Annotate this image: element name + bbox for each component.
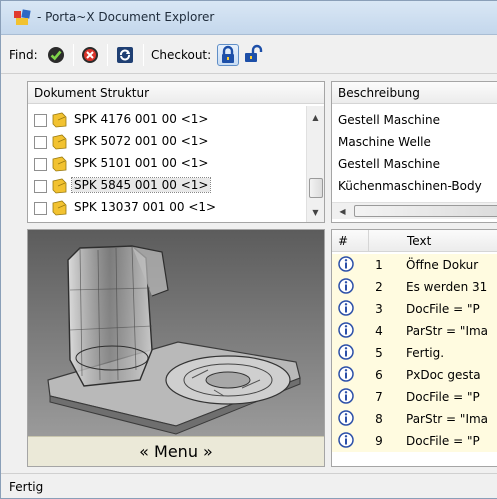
find-label: Find: [9, 48, 38, 62]
log-row-number: 2 [375, 280, 383, 294]
tree-item-checkbox[interactable] [34, 136, 47, 149]
info-icon [338, 322, 354, 338]
document-icon [52, 200, 67, 216]
lock-open-icon [245, 44, 263, 62]
explorer-window: - Porta~X Document Explorer Find: Checko… [0, 0, 497, 499]
log-row[interactable]: 6 PxDoc gesta [332, 364, 497, 386]
tree-item[interactable]: SPK 13037 001 00 <1> [28, 197, 324, 219]
log-row-text: Öffne Dokur [406, 258, 479, 272]
tree-item[interactable]: SPK 5101 001 00 <1> [28, 153, 324, 175]
info-icon [338, 300, 354, 316]
log-panel: # Text 1 Öffne Dokur 2 Es werden 31 3 Do… [331, 229, 497, 467]
tree-item-checkbox[interactable] [34, 202, 47, 215]
info-icon [338, 410, 354, 426]
scrollbar-thumb[interactable] [354, 205, 497, 217]
status-bar: Fertig [1, 473, 497, 498]
checkout-lock-button[interactable] [217, 44, 239, 66]
log-row[interactable]: 3 DocFile = "P [332, 298, 497, 320]
log-row-text: DocFile = "P [406, 302, 480, 316]
info-icon [338, 432, 354, 448]
document-icon [52, 112, 67, 128]
preview-panel: « Menu » [27, 229, 325, 467]
description-item[interactable]: Gestell Maschine [338, 153, 440, 175]
document-icon [52, 178, 67, 194]
log-row-number: 7 [375, 390, 383, 404]
toolbar-separator [143, 44, 144, 66]
description-panel: Beschreibung Gestell Maschine Maschine W… [331, 81, 497, 223]
log-row[interactable]: 1 Öffne Dokur [332, 254, 497, 276]
status-text: Fertig [9, 480, 44, 494]
log-row[interactable]: 4 ParStr = "Ima [332, 320, 497, 342]
tree-item-checkbox[interactable] [34, 114, 47, 127]
scrollbar-thumb[interactable] [309, 178, 323, 198]
log-row-text: Fertig. [406, 346, 445, 360]
log-row[interactable]: 8 ParStr = "Ima [332, 408, 497, 430]
log-row[interactable]: 7 DocFile = "P [332, 386, 497, 408]
tree-item-checkbox[interactable] [34, 158, 47, 171]
log-row-text: DocFile = "P [406, 390, 480, 404]
checkout-label: Checkout: [151, 48, 212, 62]
tree-item-label: SPK 13037 001 00 <1> [74, 200, 217, 214]
log-row[interactable]: 2 Es werden 31 [332, 276, 497, 298]
preview-menu-button[interactable]: « Menu » [28, 436, 324, 466]
toolbar-separator [73, 44, 74, 66]
log-row-text: DocFile = "P [406, 434, 480, 448]
log-row-number: 1 [375, 258, 383, 272]
log-row-number: 3 [375, 302, 383, 316]
log-row-text: ParStr = "Ima [406, 324, 489, 338]
scroll-left-arrow-icon[interactable]: ◀ [334, 203, 351, 220]
app-icon [14, 9, 31, 25]
find-ok-button[interactable] [45, 44, 67, 66]
refresh-icon [117, 47, 133, 63]
lock-closed-icon [222, 45, 234, 63]
tree-item-checkbox[interactable] [34, 180, 47, 193]
log-row-text: PxDoc gesta [406, 368, 481, 382]
document-icon [52, 156, 67, 172]
tree-item-label: SPK 4176 001 00 <1> [74, 112, 209, 126]
refresh-button[interactable] [114, 44, 136, 66]
log-row-number: 9 [375, 434, 383, 448]
log-row-number: 8 [375, 412, 383, 426]
checkout-unlock-button[interactable] [242, 44, 264, 66]
info-icon [338, 256, 354, 272]
log-row-text: ParStr = "Ima [406, 412, 489, 426]
description-item[interactable]: Gestell Maschine [338, 109, 440, 131]
log-row-number: 6 [375, 368, 383, 382]
log-column-text[interactable]: Text [368, 230, 497, 252]
log-row[interactable]: 9 DocFile = "P [332, 430, 497, 452]
description-item[interactable]: Maschine Welle [338, 131, 431, 153]
scroll-up-arrow-icon[interactable]: ▲ [307, 109, 324, 126]
tree-item-label: SPK 5101 001 00 <1> [74, 156, 209, 170]
cancel-icon [82, 47, 98, 63]
tree-item-label: SPK 5845 001 00 <1> [70, 177, 212, 193]
info-icon [338, 344, 354, 360]
toolbar-separator [107, 44, 108, 66]
check-icon [48, 47, 64, 63]
tree-item[interactable]: SPK 5072 001 00 <1> [28, 131, 324, 153]
log-column-number[interactable]: # [332, 230, 368, 252]
info-icon [338, 388, 354, 404]
product-preview-image [28, 230, 324, 438]
log-row-number: 4 [375, 324, 383, 338]
description-column-header[interactable]: Beschreibung [332, 82, 497, 104]
document-icon [52, 134, 67, 150]
scroll-down-arrow-icon[interactable]: ▼ [307, 204, 324, 221]
log-row[interactable]: 5 Fertig. [332, 342, 497, 364]
tree-item-selected[interactable]: SPK 5845 001 00 <1> [28, 175, 324, 197]
tree-vertical-scrollbar[interactable]: ▲ ▼ [306, 106, 324, 222]
description-horizontal-scrollbar[interactable]: ◀ [332, 202, 497, 219]
toolbar: Find: Checkout: [1, 36, 497, 74]
find-cancel-button[interactable] [79, 44, 101, 66]
info-icon [338, 366, 354, 382]
tree-item[interactable]: SPK 4176 001 00 <1> [28, 109, 324, 131]
log-row-number: 5 [375, 346, 383, 360]
info-icon [338, 278, 354, 294]
tree-item-label: SPK 5072 001 00 <1> [74, 134, 209, 148]
log-row-text: Es werden 31 [406, 280, 488, 294]
description-item[interactable]: Küchenmaschinen-Body [338, 175, 482, 197]
tree-column-header[interactable]: Dokument Struktur [28, 82, 324, 104]
title-bar[interactable]: - Porta~X Document Explorer [1, 1, 497, 35]
document-tree-panel: Dokument Struktur SPK 4176 001 00 <1> SP… [27, 81, 325, 223]
window-title: - Porta~X Document Explorer [37, 10, 215, 24]
